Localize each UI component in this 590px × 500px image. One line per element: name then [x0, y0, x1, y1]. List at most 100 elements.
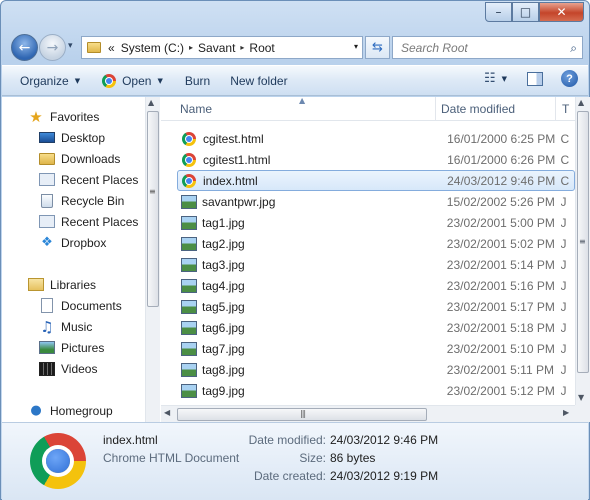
file-row[interactable]: cgitest.html 16/01/2000 6:25 PM C: [177, 128, 575, 149]
scroll-grip-icon: ≡: [579, 237, 586, 246]
nav-recent-places[interactable]: Recent Places: [39, 169, 138, 190]
horizontal-scrollbar-thumb[interactable]: |||: [177, 408, 427, 421]
view-options-dropdown-icon[interactable]: ▼: [502, 75, 507, 83]
scroll-up-icon[interactable]: ▲: [148, 98, 154, 107]
maximize-button[interactable]: □: [512, 2, 539, 22]
file-name: cgitest.html: [203, 131, 264, 146]
new-folder-button[interactable]: New folder: [222, 69, 295, 93]
file-date-modified: 23/02/2001 5:14 PM: [446, 257, 555, 272]
dropbox-icon: ❖: [41, 235, 53, 250]
file-row[interactable]: savantpwr.jpg 15/02/2002 5:26 PM J: [177, 191, 575, 212]
help-icon[interactable]: ?: [561, 70, 578, 87]
file-name: tag4.jpg: [202, 278, 245, 293]
file-name: tag8.jpg: [202, 362, 245, 377]
file-date-modified: 23/02/2001 5:02 PM: [446, 236, 555, 251]
burn-button[interactable]: Burn: [177, 69, 218, 93]
organize-button[interactable]: Organize ▼: [12, 69, 88, 93]
close-button[interactable]: ✕: [539, 2, 584, 22]
file-type: J: [560, 320, 567, 335]
details-size-label: Size:: [299, 451, 326, 465]
nav-downloads[interactable]: Downloads: [39, 148, 120, 169]
details-pane: index.html Chrome HTML Document Date mod…: [2, 422, 588, 500]
address-dropdown-icon[interactable]: ▾: [354, 42, 358, 51]
nav-homegroup[interactable]: ● Homegroup: [28, 400, 112, 421]
vertical-scrollbar[interactable]: ▲ ≡ ▼: [575, 97, 590, 405]
file-date-modified: 16/01/2000 6:25 PM: [447, 131, 556, 146]
chrome-html-icon: [182, 131, 196, 146]
navigation-scrollbar[interactable]: ▲ ≡: [145, 97, 160, 422]
breadcrumb-arrow-icon[interactable]: ▸: [189, 43, 193, 52]
nav-videos[interactable]: Videos: [39, 358, 97, 379]
navigation-pane: ★ Favorites Desktop Downloads Recent Pla…: [2, 97, 160, 422]
nav-pictures[interactable]: Pictures: [39, 337, 104, 358]
file-type: C: [560, 131, 570, 146]
nav-dropbox[interactable]: ❖ Dropbox: [39, 232, 106, 253]
forward-button[interactable]: →: [39, 34, 66, 61]
column-header-date-modified[interactable]: Date modified: [441, 102, 515, 116]
file-row[interactable]: tag4.jpg 23/02/2001 5:16 PM J: [177, 275, 575, 296]
view-controls: ☷ ▼ ?: [484, 70, 578, 87]
file-row[interactable]: tag9.jpg 23/02/2001 5:12 PM J: [177, 380, 575, 401]
file-row[interactable]: tag6.jpg 23/02/2001 5:18 PM J: [177, 317, 575, 338]
breadcrumb-root[interactable]: Root: [249, 41, 274, 55]
nav-label: Favorites: [50, 109, 100, 124]
folder-icon: [87, 42, 101, 53]
minimize-button[interactable]: –: [485, 2, 512, 22]
nav-documents[interactable]: Documents: [39, 295, 122, 316]
back-button[interactable]: ←: [11, 34, 38, 61]
open-button[interactable]: Open ▼: [94, 69, 171, 93]
search-input[interactable]: [399, 40, 559, 56]
search-box[interactable]: ⌕: [392, 36, 583, 59]
scroll-right-icon[interactable]: ▶: [563, 408, 569, 417]
file-row[interactable]: tag3.jpg 23/02/2001 5:14 PM J: [177, 254, 575, 275]
file-row[interactable]: tag5.jpg 23/02/2001 5:17 PM J: [177, 296, 575, 317]
nav-favorites[interactable]: ★ Favorites: [28, 106, 99, 127]
image-file-icon: [181, 299, 197, 314]
nav-recycle-bin[interactable]: Recycle Bin: [39, 190, 124, 211]
file-row[interactable]: tag8.jpg 23/02/2001 5:11 PM J: [177, 359, 575, 380]
scroll-left-icon[interactable]: ◀: [164, 408, 170, 417]
image-file-icon: [181, 278, 197, 293]
file-type: J: [560, 236, 567, 251]
column-divider[interactable]: [435, 97, 436, 121]
column-header-name[interactable]: Name: [180, 102, 212, 116]
breadcrumb-system-c[interactable]: System (C:): [121, 41, 184, 55]
nav-label: Recent Places: [61, 172, 139, 187]
navigation-scrollbar-thumb[interactable]: [147, 111, 159, 307]
file-row[interactable]: tag7.jpg 23/02/2001 5:10 PM J: [177, 338, 575, 359]
file-date-modified: 23/02/2001 5:12 PM: [446, 383, 555, 398]
file-row[interactable]: tag2.jpg 23/02/2001 5:02 PM J: [177, 233, 575, 254]
refresh-button[interactable]: ⇆: [365, 36, 390, 59]
nav-recent-places-2[interactable]: Recent Places: [39, 211, 138, 232]
column-divider[interactable]: [555, 97, 556, 121]
nav-music[interactable]: ♫ Music: [39, 316, 92, 337]
scroll-down-icon[interactable]: ▼: [578, 393, 584, 402]
image-file-icon: [181, 362, 197, 377]
file-name: savantpwr.jpg: [202, 194, 276, 209]
nav-desktop[interactable]: Desktop: [39, 127, 105, 148]
breadcrumb-arrow-icon[interactable]: ▸: [240, 43, 244, 52]
change-view-icon[interactable]: ☷: [484, 71, 496, 86]
file-type: J: [560, 299, 567, 314]
recent-pages-dropdown-icon[interactable]: ▾: [68, 41, 73, 51]
file-type: J: [560, 278, 567, 293]
preview-pane-icon[interactable]: [527, 71, 543, 86]
nav-libraries[interactable]: Libraries: [28, 274, 96, 295]
file-type: J: [560, 362, 567, 377]
search-icon[interactable]: ⌕: [570, 41, 577, 56]
horizontal-scrollbar[interactable]: ◀ ||| ▶: [161, 405, 575, 422]
scroll-grip-icon: |||: [300, 409, 306, 418]
image-file-icon: [181, 194, 197, 209]
address-bar[interactable]: « System (C:) ▸ Savant ▸ Root ▾: [81, 36, 363, 59]
organize-label: Organize: [20, 73, 69, 88]
file-row[interactable]: tag1.jpg 23/02/2001 5:00 PM J: [177, 212, 575, 233]
nav-label: Pictures: [61, 340, 105, 355]
file-row[interactable]: cgitest1.html 16/01/2000 6:26 PM C: [177, 149, 575, 170]
scroll-up-icon[interactable]: ▲: [578, 98, 584, 107]
file-row[interactable]: index.html 24/03/2012 9:46 PM C: [177, 170, 575, 191]
file-date-modified: 23/02/2001 5:16 PM: [446, 278, 555, 293]
breadcrumb-savant[interactable]: Savant: [198, 41, 235, 55]
column-header-type[interactable]: T: [562, 102, 569, 116]
address-overflow-chevron[interactable]: «: [108, 41, 115, 55]
pictures-icon: [39, 341, 55, 354]
